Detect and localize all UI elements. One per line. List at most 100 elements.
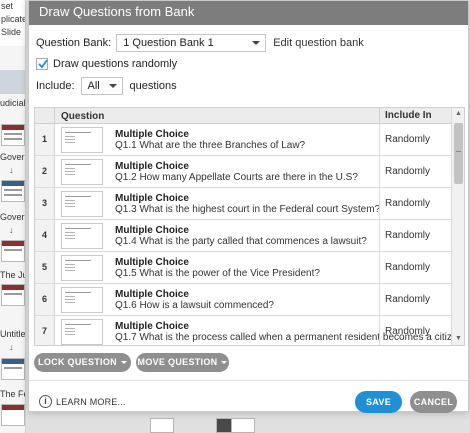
bg-slide-thumbnail[interactable]	[1, 240, 25, 262]
lock-question-button[interactable]: LOCK QUESTION	[34, 353, 131, 372]
include-value: All	[87, 80, 100, 92]
table-row[interactable]: 4 Multiple Choice Q1.4 What is the party…	[35, 220, 451, 252]
bg-menu-item: plicate	[1, 14, 26, 24]
shuffle-value[interactable]: Randomly	[379, 252, 451, 283]
bg-slide-label: The Fed	[0, 389, 25, 399]
shuffle-value[interactable]: Randomly	[379, 220, 451, 251]
chevron-down-icon	[108, 84, 117, 88]
bg-arrow-icon: ↓	[9, 342, 14, 352]
row-number: 1	[35, 124, 55, 155]
shuffle-value[interactable]: Randomly	[379, 124, 451, 155]
question-type: Multiple Choice	[115, 161, 189, 172]
bg-slide-label: The Jud	[0, 270, 25, 280]
row-number: 5	[35, 252, 55, 283]
draw-questions-dialog: Draw Questions from Bank Question Bank: …	[28, 0, 469, 413]
move-question-button[interactable]: MOVE QUESTION	[136, 353, 229, 372]
draw-randomly-label: Draw questions randomly	[53, 58, 178, 70]
table-row[interactable]: 5 Multiple Choice Q1.5 What is the power…	[35, 252, 451, 284]
bg-slide-label: Untitled	[0, 329, 26, 339]
bg-slide-label: Govern	[0, 152, 25, 162]
question-type: Multiple Choice	[115, 225, 189, 236]
learn-more-label: LEARN MORE...	[56, 396, 126, 407]
question-thumbnail	[61, 191, 103, 217]
background-bottom-strip	[26, 412, 470, 433]
row-number: 2	[35, 156, 55, 187]
bg-menu-item: Slide	[1, 27, 22, 37]
question-type: Multiple Choice	[115, 257, 189, 268]
scroll-up-icon[interactable]: ▲	[452, 108, 464, 120]
draw-randomly-checkbox[interactable]	[36, 58, 48, 70]
bg-slide-thumbnail[interactable]	[1, 284, 25, 306]
move-question-label: MOVE QUESTION	[137, 357, 218, 367]
caret-down-icon	[221, 361, 228, 365]
table-scrollbar[interactable]: ▲ ▼	[451, 108, 464, 345]
chevron-down-icon	[252, 41, 261, 45]
shuffle-value[interactable]: Randomly	[379, 316, 451, 345]
info-icon: i	[39, 395, 52, 408]
bg-slide-thumbnail[interactable]	[1, 404, 25, 426]
question-bank-row: Question Bank: 1 Question Bank 1 Edit qu…	[36, 34, 364, 52]
row-number: 6	[35, 284, 55, 315]
bg-mini-thumbnail	[150, 418, 174, 433]
questions-table: Question Include In Shuffle 1 Multiple C…	[34, 107, 465, 346]
bg-slide-label: udicial...	[0, 98, 26, 108]
question-thumbnail	[61, 319, 103, 345]
save-button[interactable]: SAVE	[355, 391, 402, 413]
draw-randomly-row: Draw questions randomly	[36, 57, 177, 71]
caret-down-icon	[120, 361, 127, 365]
checkmark-icon	[38, 59, 48, 69]
scrollbar-thumb[interactable]	[454, 123, 463, 184]
bg-slide-label: Govern	[0, 212, 25, 222]
lock-question-label: LOCK QUESTION	[38, 357, 117, 367]
include-select[interactable]: All	[80, 77, 123, 95]
row-number: 3	[35, 188, 55, 219]
shuffle-value[interactable]: Randomly	[379, 284, 451, 315]
table-row[interactable]: 6 Multiple Choice Q1.6 How is a lawsuit …	[35, 284, 451, 316]
question-bank-value: 1 Question Bank 1	[123, 37, 214, 49]
question-text: Q1.6 How is a lawsuit commenced?	[115, 300, 274, 311]
question-bank-select[interactable]: 1 Question Bank 1	[116, 34, 267, 52]
bg-slide-thumbnail[interactable]	[1, 180, 25, 202]
shuffle-value[interactable]: Randomly	[379, 188, 451, 219]
question-bank-label: Question Bank:	[36, 37, 112, 49]
background-context-menu: set plicate Slide	[0, 0, 26, 46]
bg-arrow-icon: ↓	[9, 165, 14, 175]
background-slide-panel: set plicate Slide udicial... Govern ↓ Go…	[0, 0, 26, 433]
header-include-in-shuffle: Include In Shuffle	[379, 108, 451, 137]
row-number: 4	[35, 220, 55, 251]
table-header: Question Include In Shuffle	[35, 108, 451, 137]
question-type: Multiple Choice	[115, 193, 189, 204]
bg-selected-band	[0, 70, 25, 94]
include-label: Include:	[36, 80, 75, 92]
footer-divider	[29, 380, 468, 381]
header-question: Question	[61, 111, 105, 122]
learn-more-link[interactable]: i LEARN MORE...	[39, 395, 126, 408]
dialog-title: Draw Questions from Bank	[29, 1, 468, 25]
table-row[interactable]: 1 Multiple Choice Q1.1 What are the thre…	[35, 124, 451, 156]
question-type: Multiple Choice	[115, 321, 189, 332]
edit-question-bank-link[interactable]: Edit question bank	[273, 37, 364, 49]
question-thumbnail	[61, 223, 103, 249]
question-thumbnail	[61, 127, 103, 153]
table-body: 1 Multiple Choice Q1.1 What are the thre…	[35, 124, 464, 345]
scroll-down-icon[interactable]: ▼	[452, 333, 464, 345]
question-text: Q1.5 What is the power of the Vice Presi…	[115, 268, 320, 279]
table-row[interactable]: 7 Multiple Choice Q1.7 What is the proce…	[35, 316, 464, 345]
question-text: Q1.4 What is the party called that comme…	[115, 236, 367, 247]
question-thumbnail	[61, 255, 103, 281]
bg-slide-thumbnail[interactable]	[1, 124, 25, 146]
cancel-button[interactable]: CANCEL	[410, 391, 457, 413]
include-row: Include: All questions	[36, 77, 177, 95]
table-row[interactable]: 3 Multiple Choice Q1.3 What is the highe…	[35, 188, 451, 220]
questions-label: questions	[129, 80, 177, 92]
row-number: 7	[35, 316, 55, 345]
bg-mini-thumbnail	[231, 418, 255, 433]
table-row[interactable]: 2 Multiple Choice Q1.2 How many Appellat…	[35, 156, 451, 188]
question-thumbnail	[61, 287, 103, 313]
header-number-cell	[35, 108, 55, 124]
shuffle-value[interactable]: Randomly	[379, 156, 451, 187]
question-type: Multiple Choice	[115, 289, 189, 300]
question-thumbnail	[61, 159, 103, 185]
question-type: Multiple Choice	[115, 129, 189, 140]
bg-slide-thumbnail[interactable]	[1, 358, 25, 380]
